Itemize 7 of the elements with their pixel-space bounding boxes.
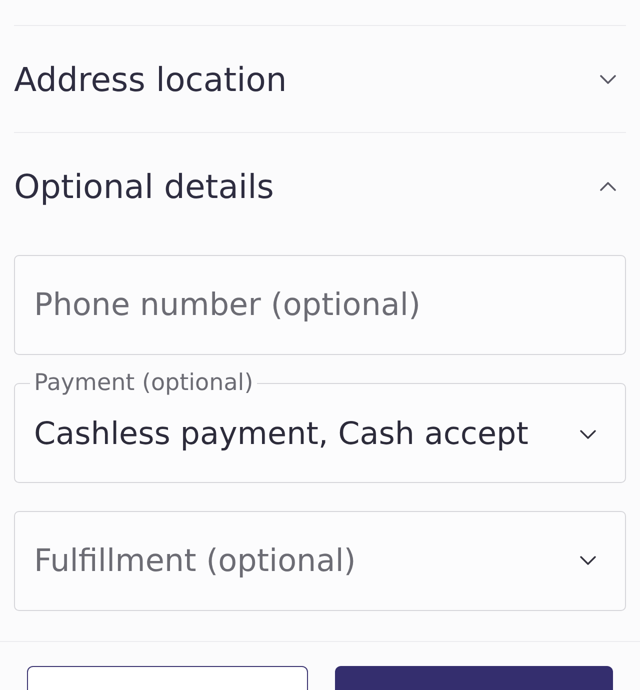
accordion-header[interactable]: Address location xyxy=(14,26,626,132)
text-field[interactable]: Phone number (optional) xyxy=(14,255,626,355)
select-field[interactable]: Payment (optional) Cashless payment, Cash accept xyxy=(14,372,626,482)
select-field[interactable]: Fulfillment (optional) xyxy=(14,510,626,610)
chevron-down-icon xyxy=(580,430,596,438)
accordion-header[interactable]: Optional details xyxy=(14,133,626,239)
chevron-down-icon xyxy=(580,556,596,565)
